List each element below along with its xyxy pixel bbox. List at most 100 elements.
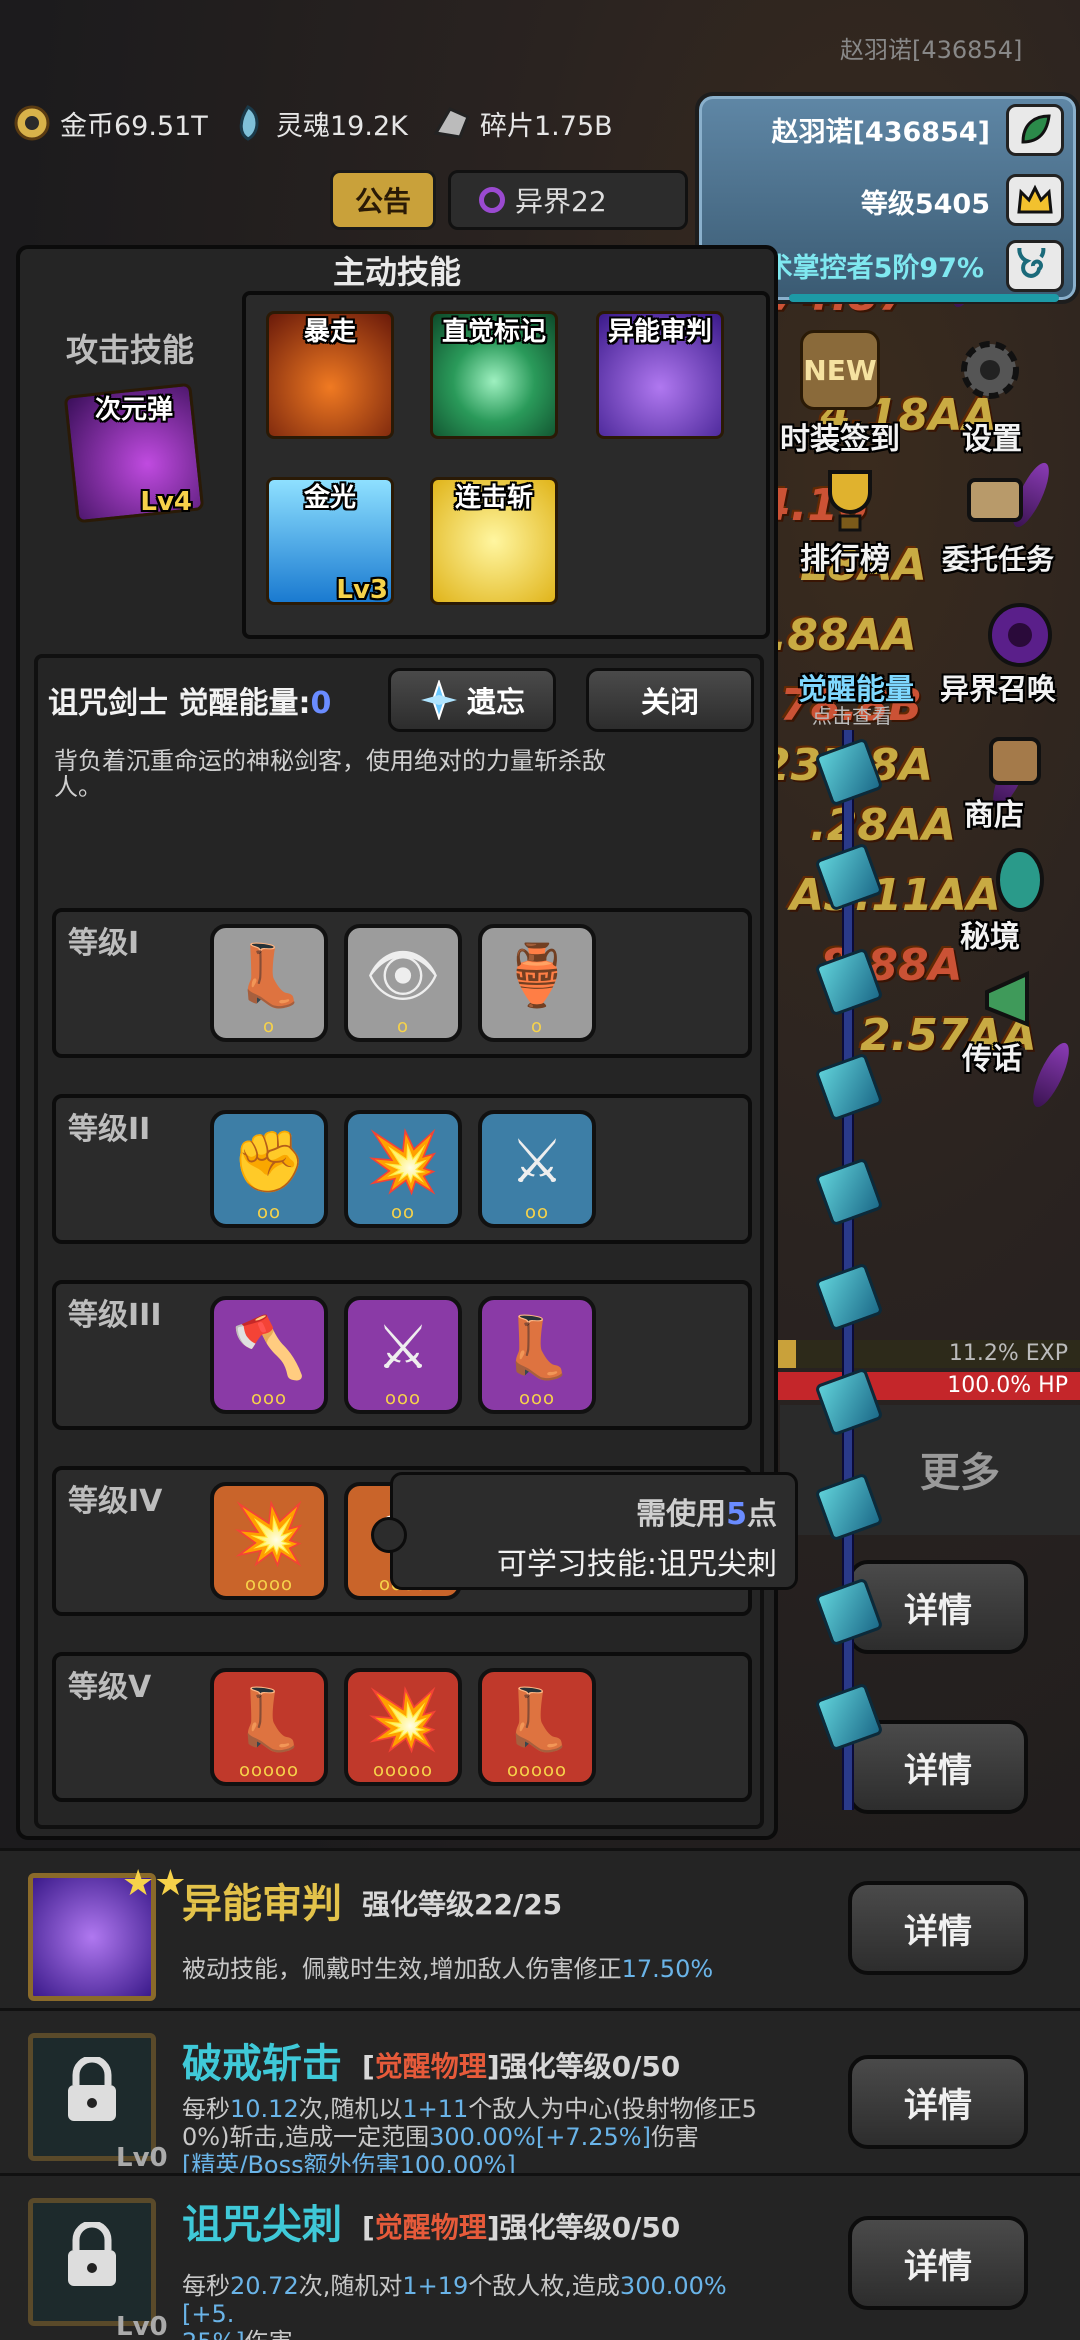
tier-2: 等级II ✊ oo 💥 oo ⚔ oo [52,1094,752,1244]
secret-realm-menu[interactable]: 秘境 [960,912,1020,956]
more-tab[interactable]: 更多 [920,1440,1000,1498]
summon-orb-icon[interactable] [980,595,1060,675]
tier3-skill-3[interactable]: 👢 ooo [478,1296,596,1414]
skill-desc: 每秒10.12次,随机以1+11个敌人为中心(投射物修正5 0%)斩击,造成一定… [182,2095,757,2179]
secret-realm-icon[interactable] [980,840,1060,920]
notice-button[interactable]: 公告 [330,170,436,230]
fist-sword-icon: ✊ [231,1127,307,1197]
skill-card-icon: ★★ [10,1863,187,2013]
skill-slot-5[interactable]: 连击斩 [420,467,568,615]
gold-currency: 金币69.51T [10,98,208,148]
lock-icon [68,2057,116,2121]
tier2-skill-1[interactable]: ✊ oo [210,1110,328,1228]
player-name: 赵羽诺[436854] [771,117,990,148]
lock-icon [68,2222,116,2286]
tier-1: 等级I 👢 o 👁 o 🏺 o [52,908,752,1058]
amulet-icon: 🏺 [499,941,575,1011]
crown-icon [1017,184,1053,214]
skill-desc: 每秒20.72次,随机对1+19个敌人枚,造成300.00%[+5. 25%]伤… [182,2272,727,2340]
shop-bag-icon[interactable] [975,715,1055,795]
detail-button[interactable]: 详情 [848,2055,1028,2149]
tier1-skill-3[interactable]: 🏺 o [478,924,596,1042]
title-progress-bar [789,294,1059,302]
attack-skill-slot[interactable]: 次元弹 Lv4 [60,379,208,527]
claw-slash-icon: ⚔ [510,1127,564,1197]
locked-skill-icon: Lv0 [10,2023,170,2173]
scroll-task-icon[interactable] [955,460,1035,540]
boot-kick-icon: 👢 [499,1313,575,1383]
sword-burst-icon: 💥 [231,1499,307,1569]
diamond-star-icon [420,680,457,720]
tooltip-learnable: 可学习技能:诅咒尖刺 [496,1547,777,1582]
skill-name: 诅咒尖刺 [182,2202,342,2248]
profile-button[interactable] [1006,104,1064,156]
commission-menu[interactable]: 委托任务 [942,538,1054,578]
soul-value: 灵魂19.2K [276,110,408,142]
tier3-skill-1[interactable]: 🪓 ooo [210,1296,328,1414]
rank-crown-button[interactable] [1006,174,1064,226]
ranking-menu[interactable]: 排行榜 [800,534,890,578]
sword-burst-icon: 💥 [365,1685,441,1755]
skill-tag-enhance: [觉醒物理]强化等级0/50 [362,2211,681,2244]
tier-5: 等级V 👢 ooooo 💥 ooooo 👢 ooooo [52,1652,752,1802]
tier5-skill-2[interactable]: 💥 ooooo [344,1668,462,1786]
skill-name: 异能审判 [182,1881,342,1927]
hp-bar: 100.0% HP [760,1372,1080,1400]
soul-icon [226,101,270,145]
player-level: 等级5405 [860,189,990,220]
boot-kick-icon: 👢 [231,1685,307,1755]
title-spiral-button[interactable] [1006,240,1064,292]
shard-currency: 碎片1.75B [430,98,613,148]
leaf-icon [1021,114,1051,144]
forget-button[interactable]: 遗忘 [388,668,556,732]
player-title: 术掌控者5阶97% [765,253,984,284]
skill-name: 破戒斩击 [182,2041,342,2087]
shard-icon [430,101,474,145]
otherworld-summon-menu[interactable]: 异界召唤 [940,666,1056,708]
skill-tooltip: 需使用5点 可学习技能:诅咒尖刺 [371,1472,798,1590]
spiral-icon [1017,248,1046,278]
portal-icon [479,187,505,213]
tooltip-need: 需使用5点 [636,1497,777,1532]
megaphone-icon[interactable] [975,960,1055,1040]
tier4-skill-1[interactable]: 💥 oooo [210,1482,328,1600]
gold-value: 金币69.51T [60,110,208,142]
skill-slot-4[interactable]: 金光 Lv3 [256,467,404,615]
click-view-hint: 点击查看 [812,704,892,728]
tier-3: 等级III 🪓 ooo ⚔ ooo 👢 ooo [52,1280,752,1430]
gear-icon[interactable] [950,330,1030,410]
trophy-icon[interactable] [810,460,890,540]
new-badge-icon[interactable]: NEW [800,330,880,410]
skill-desc: 被动技能，佩戴时生效,增加敌人伤害修正17.50% [182,1955,714,1983]
player-tag-top: 赵羽诺[436854] [840,36,1023,64]
legend-menu[interactable]: 传话 [962,1034,1022,1078]
tier3-skill-2[interactable]: ⚔ ooo [344,1296,462,1414]
soul-currency: 灵魂19.2K [226,98,408,148]
detail-button[interactable]: 详情 [848,2216,1028,2310]
shop-menu[interactable]: 商店 [964,790,1024,834]
awakening-box: 诅咒剑士 觉醒能量:0 遗忘 关闭 背负着沉重命运的神秘剑客，使用绝对的力量斩杀… [34,654,764,1829]
tier1-skill-2[interactable]: 👁 o [344,924,462,1042]
skill-slot-2[interactable]: 直觉标记 [420,301,568,449]
detail-button[interactable]: 详情 [848,1881,1028,1975]
class-description: 背负着沉重命运的神秘剑客，使用绝对的力量斩杀敌人。 [54,747,606,801]
skill-slot-3[interactable]: 异能审判 [586,301,734,449]
awaken-class-label: 诅咒剑士 觉醒能量:0 [48,686,332,721]
awaken-energy-value: 0 [310,686,332,721]
tier5-skill-1[interactable]: 👢 ooooo [210,1668,328,1786]
gold-coin-icon [10,101,54,145]
tier1-skill-1[interactable]: 👢 o [210,924,328,1042]
otherworld-button[interactable]: 异界22 [448,170,688,230]
tier2-skill-2[interactable]: 💥 oo [344,1110,462,1228]
list-item: ★★ 异能审判 强化等级22/25 被动技能，佩戴时生效,增加敌人伤害修正17.… [0,1848,1080,2008]
tier5-skill-3[interactable]: 👢 ooooo [478,1668,596,1786]
close-button[interactable]: 关闭 [586,668,754,732]
hp-label: 100.0% HP [947,1373,1068,1398]
axe-icon: 🪓 [231,1313,307,1383]
shard-value: 碎片1.75B [480,110,613,142]
tier2-skill-3[interactable]: ⚔ oo [478,1110,596,1228]
skill-slot-1[interactable]: 暴走 [256,301,404,449]
fashion-sign-menu[interactable]: 时装签到 [780,414,900,458]
settings-menu[interactable]: 设置 [962,414,1022,458]
enhance-level: 强化等级22/25 [362,1888,563,1921]
